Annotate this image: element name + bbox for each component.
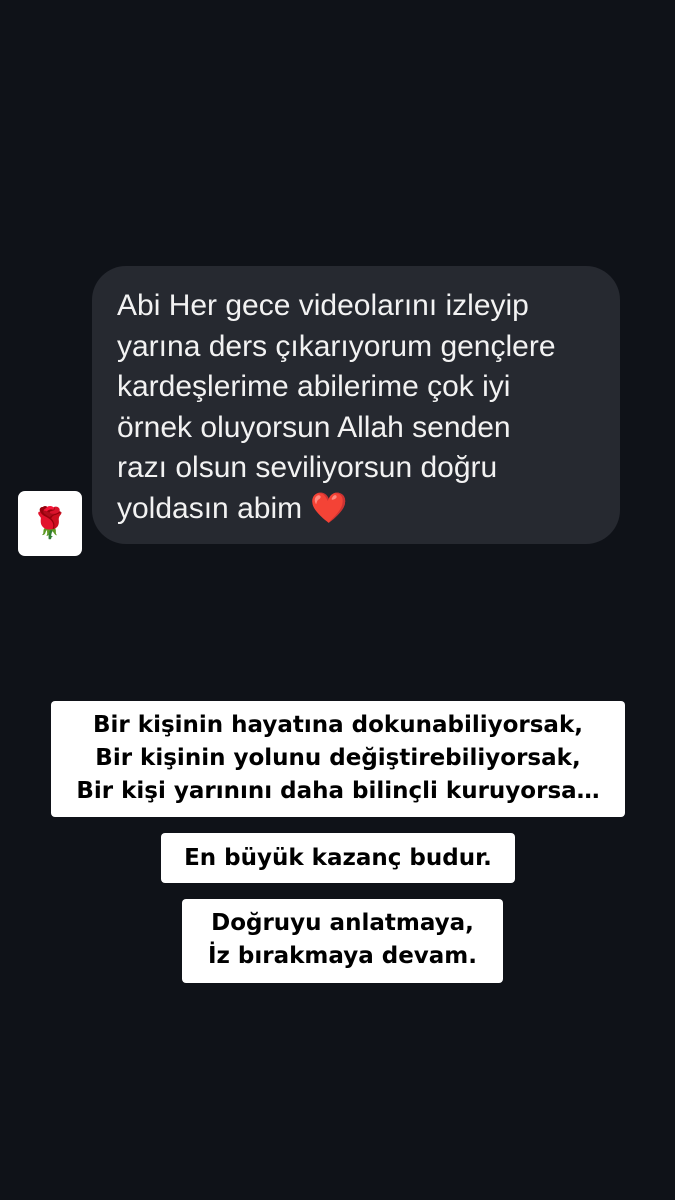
rose-avatar[interactable]: 🌹 (18, 491, 82, 556)
reply-message-bubble[interactable]: Abi Her gece videolarını izleyip yarına … (92, 266, 620, 544)
caption-text-1: Bir kişinin hayatına dokunabiliyorsak, B… (51, 701, 625, 817)
caption-text-2: En büyük kazanç budur. (161, 833, 515, 883)
story-screen: 🌹 Abi Her gece videolarını izleyip yarın… (0, 0, 675, 1200)
reply-message-body: Abi Her gece videolarını izleyip yarına … (117, 289, 556, 525)
caption-text-3: Doğruyu anlatmaya, İz bırakmaya devam. (182, 899, 503, 983)
reply-message-text: Abi Her gece videolarını izleyip yarına … (117, 286, 596, 529)
rose-icon: 🌹 (31, 505, 69, 541)
heart-icon: ❤️ (310, 490, 348, 526)
